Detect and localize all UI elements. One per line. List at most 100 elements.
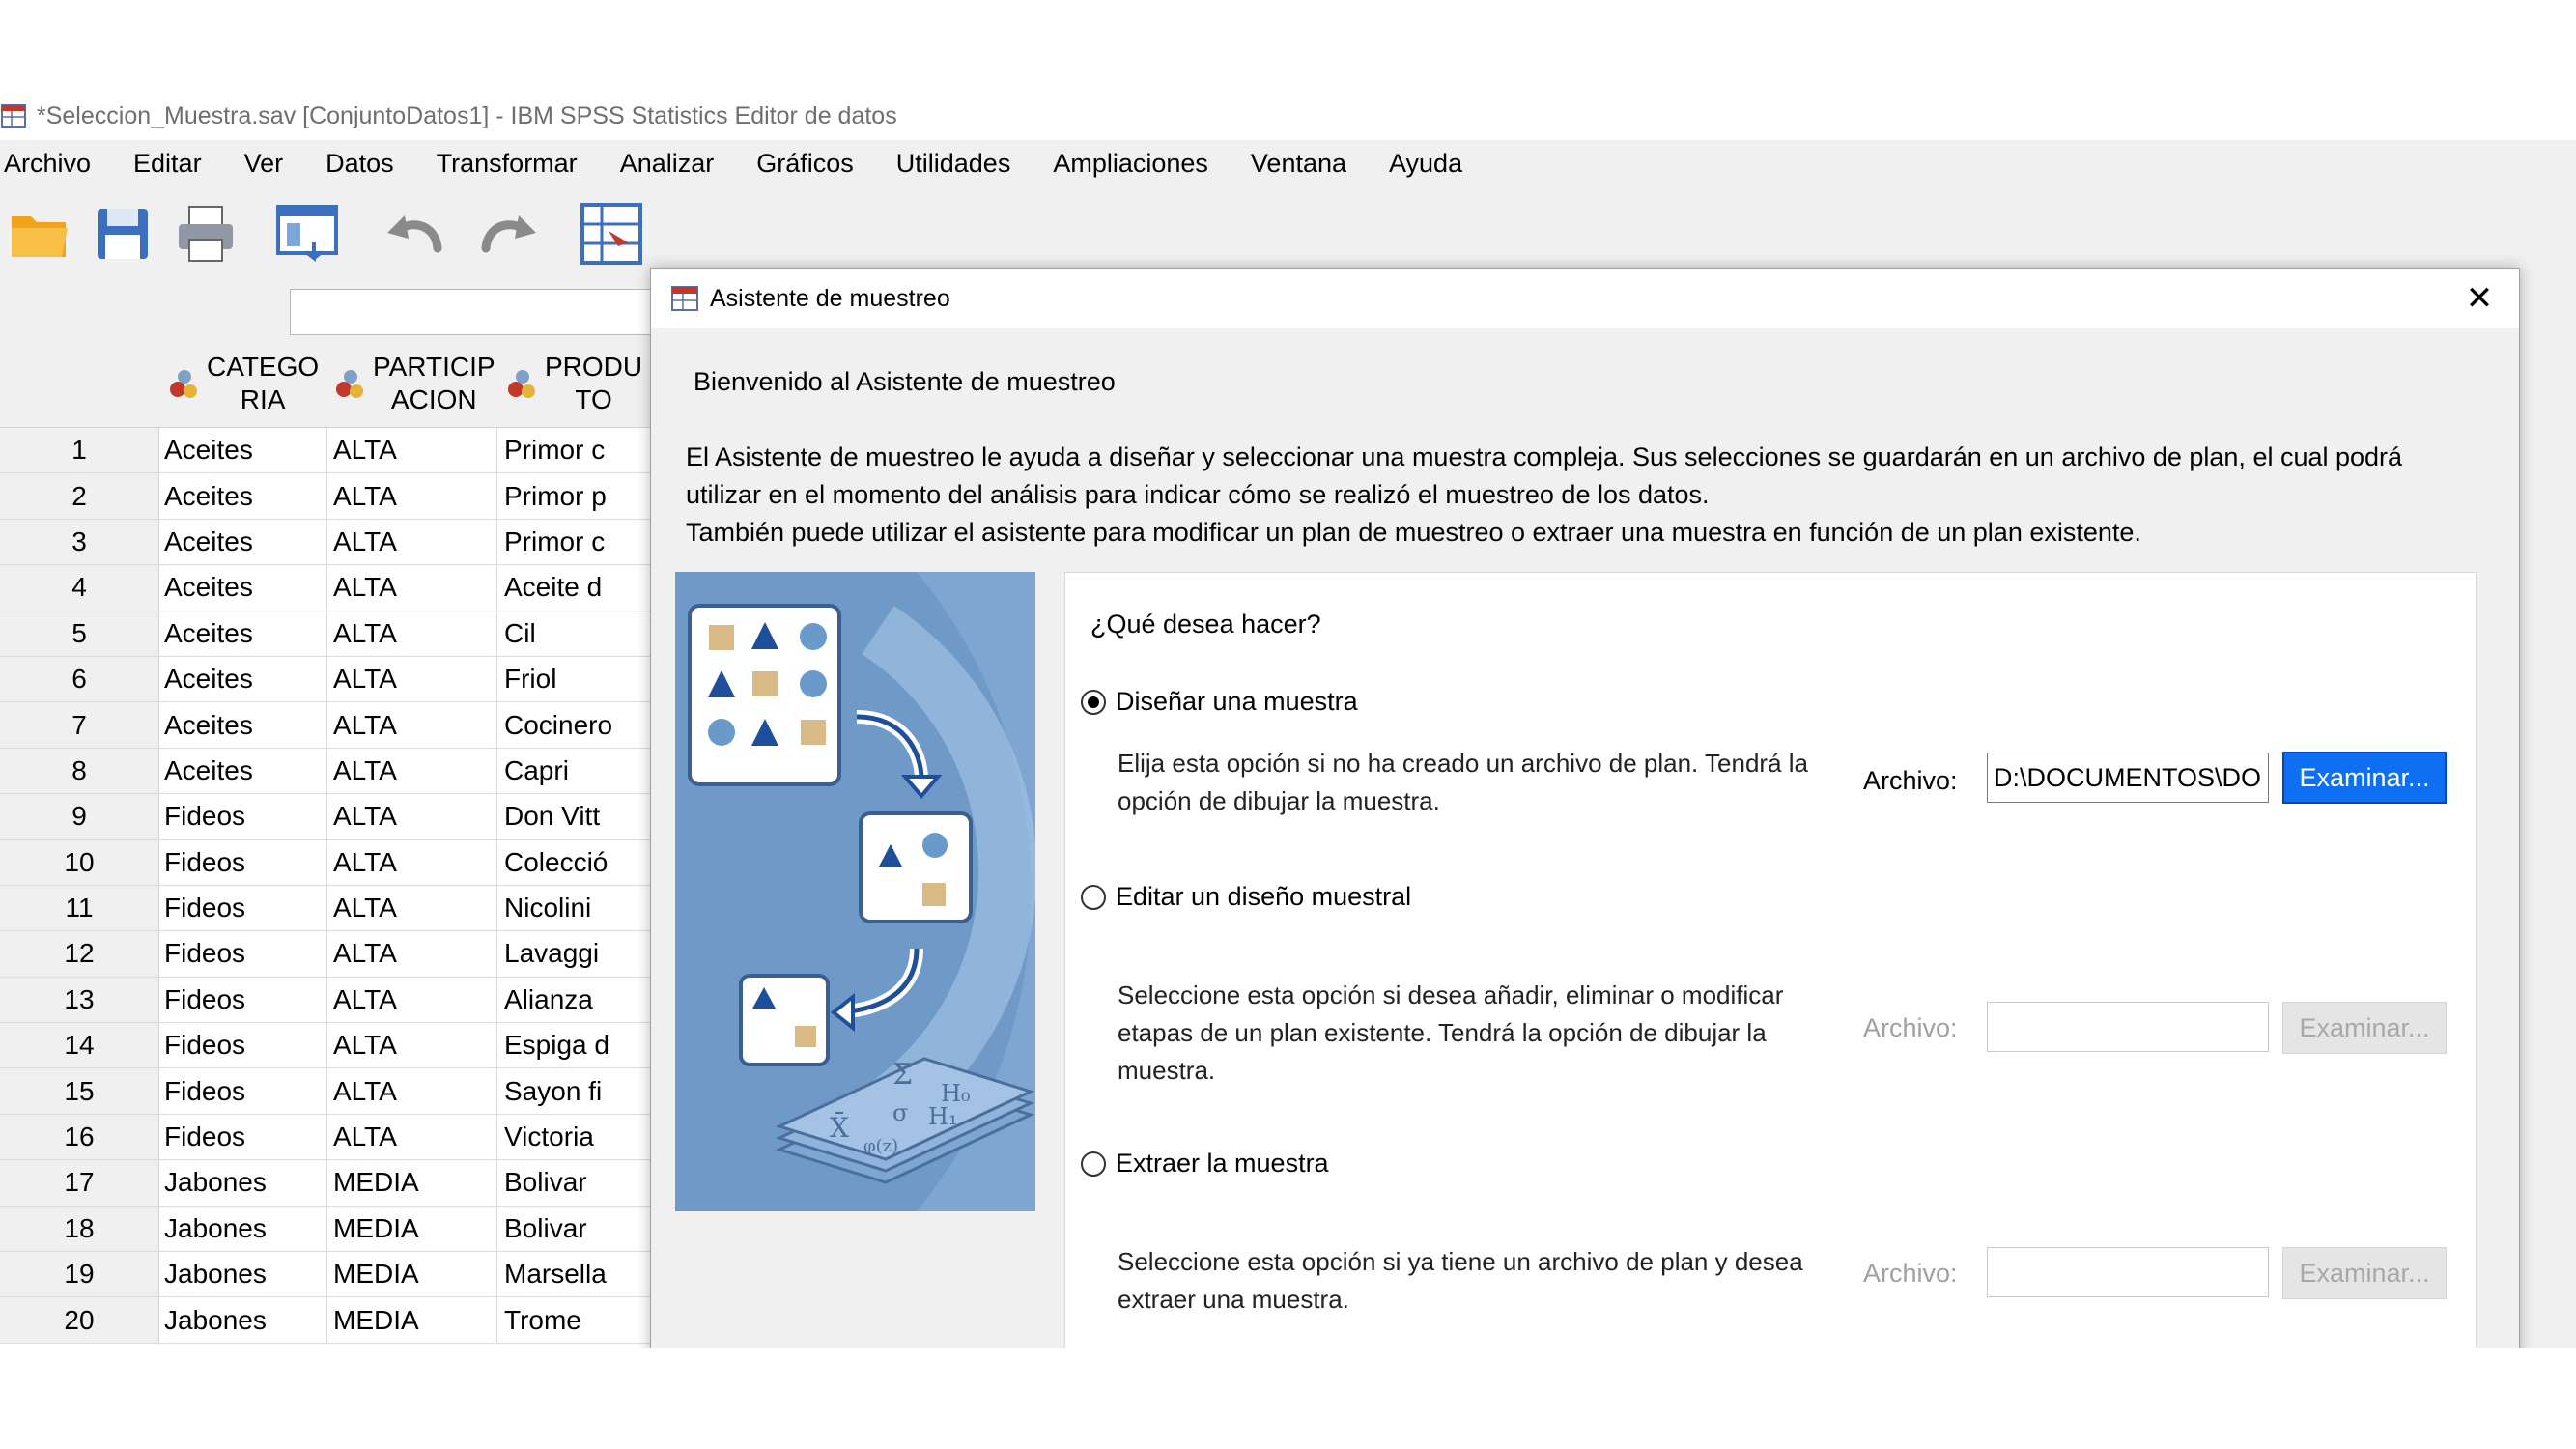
edit-file-input[interactable] bbox=[1987, 1002, 2269, 1052]
row-number[interactable]: 6 bbox=[0, 656, 159, 702]
cell-producto[interactable]: Cil bbox=[504, 611, 657, 656]
browse-button[interactable]: Examinar... bbox=[2282, 752, 2447, 804]
row-number[interactable]: 3 bbox=[0, 519, 159, 565]
cell-categoria[interactable]: Fideos bbox=[163, 931, 327, 977]
cell-participacion[interactable]: ALTA bbox=[333, 794, 497, 839]
cell-participacion[interactable]: MEDIA bbox=[333, 1206, 497, 1252]
cell-producto[interactable]: Nicolini bbox=[504, 886, 657, 930]
print-icon[interactable] bbox=[174, 200, 238, 268]
row-number[interactable]: 1 bbox=[0, 428, 159, 473]
cell-producto[interactable]: Colecció bbox=[504, 840, 657, 885]
cell-participacion[interactable]: ALTA bbox=[333, 428, 497, 473]
cell-producto[interactable]: Bolivar bbox=[504, 1160, 657, 1205]
menu-editar[interactable]: Editar bbox=[133, 149, 202, 179]
cell-categoria[interactable]: Fideos bbox=[163, 1114, 327, 1160]
cell-categoria[interactable]: Aceites bbox=[163, 656, 327, 702]
menu-archivo[interactable]: Archivo bbox=[4, 149, 91, 179]
cell-participacion[interactable]: ALTA bbox=[333, 702, 497, 748]
cell-categoria[interactable]: Jabones bbox=[163, 1160, 327, 1206]
recall-dialog-icon[interactable] bbox=[275, 200, 339, 268]
cell-categoria[interactable]: Aceites bbox=[163, 519, 327, 565]
menu-analizar[interactable]: Analizar bbox=[620, 149, 715, 179]
cell-producto[interactable]: Alianza bbox=[504, 978, 657, 1022]
cell-participacion[interactable]: ALTA bbox=[333, 885, 497, 931]
cell-categoria[interactable]: Aceites bbox=[163, 428, 327, 473]
cell-participacion[interactable]: ALTA bbox=[333, 748, 497, 794]
cell-categoria[interactable]: Fideos bbox=[163, 839, 327, 885]
cell-producto[interactable]: Marsella bbox=[504, 1252, 657, 1296]
row-number[interactable]: 20 bbox=[0, 1297, 159, 1343]
cell-categoria[interactable]: Aceites bbox=[163, 611, 327, 656]
cell-producto[interactable]: Capri bbox=[504, 749, 657, 793]
row-number[interactable]: 7 bbox=[0, 702, 159, 748]
row-number[interactable]: 17 bbox=[0, 1160, 159, 1206]
menu-ver[interactable]: Ver bbox=[244, 149, 284, 179]
cell-producto[interactable]: Cocinero bbox=[504, 702, 657, 747]
cell-categoria[interactable]: Aceites bbox=[163, 565, 327, 611]
row-number[interactable]: 9 bbox=[0, 794, 159, 839]
cell-producto[interactable]: Lavaggi bbox=[504, 931, 657, 976]
row-number[interactable]: 2 bbox=[0, 473, 159, 519]
row-number[interactable]: 4 bbox=[0, 565, 159, 611]
menu-graficos[interactable]: Gráficos bbox=[756, 149, 854, 179]
open-folder-icon[interactable] bbox=[8, 200, 71, 268]
row-number[interactable]: 19 bbox=[0, 1252, 159, 1297]
row-number[interactable]: 8 bbox=[0, 748, 159, 794]
cell-producto[interactable]: Primor c bbox=[504, 428, 657, 472]
column-header-producto[interactable]: PRODU TO bbox=[504, 339, 657, 428]
row-number[interactable]: 13 bbox=[0, 977, 159, 1023]
cell-categoria[interactable]: Aceites bbox=[163, 748, 327, 794]
cell-participacion[interactable]: ALTA bbox=[333, 656, 497, 702]
cell-participacion[interactable]: MEDIA bbox=[333, 1252, 497, 1297]
undo-icon[interactable] bbox=[382, 200, 445, 268]
save-icon[interactable] bbox=[91, 200, 155, 268]
cell-participacion[interactable]: ALTA bbox=[333, 977, 497, 1023]
menu-ampliaciones[interactable]: Ampliaciones bbox=[1053, 149, 1208, 179]
cell-categoria[interactable]: Jabones bbox=[163, 1206, 327, 1252]
cell-producto[interactable]: Friol bbox=[504, 657, 657, 701]
row-number[interactable]: 14 bbox=[0, 1023, 159, 1068]
cell-participacion[interactable]: ALTA bbox=[333, 1114, 497, 1160]
cell-producto[interactable]: Victoria bbox=[504, 1115, 657, 1159]
cell-participacion[interactable]: ALTA bbox=[333, 519, 497, 565]
cell-producto[interactable]: Primor p bbox=[504, 473, 657, 518]
cell-producto[interactable]: Trome bbox=[504, 1297, 657, 1342]
cell-participacion[interactable]: ALTA bbox=[333, 931, 497, 977]
cell-categoria[interactable]: Jabones bbox=[163, 1252, 327, 1297]
cell-producto[interactable]: Primor c bbox=[504, 520, 657, 564]
browse-button[interactable]: Examinar... bbox=[2282, 1247, 2447, 1299]
menu-ayuda[interactable]: Ayuda bbox=[1389, 149, 1462, 179]
menu-utilidades[interactable]: Utilidades bbox=[896, 149, 1011, 179]
radio-selected-indicator[interactable] bbox=[1081, 689, 1106, 715]
close-button[interactable]: ✕ bbox=[2457, 276, 2502, 321]
menu-transformar[interactable]: Transformar bbox=[437, 149, 578, 179]
cell-producto[interactable]: Don Vitt bbox=[504, 794, 657, 838]
cell-producto[interactable]: Espiga d bbox=[504, 1023, 657, 1067]
cell-categoria[interactable]: Jabones bbox=[163, 1297, 327, 1343]
cell-participacion[interactable]: ALTA bbox=[333, 839, 497, 885]
radio-edit-design[interactable]: Editar un diseño muestral bbox=[1081, 882, 1411, 912]
cell-participacion[interactable]: ALTA bbox=[333, 565, 497, 611]
goto-case-icon[interactable] bbox=[580, 200, 643, 268]
radio-design-sample[interactable]: Diseñar una muestra bbox=[1081, 687, 1358, 717]
redo-icon[interactable] bbox=[478, 200, 542, 268]
cell-participacion[interactable]: ALTA bbox=[333, 1068, 497, 1114]
row-number[interactable]: 11 bbox=[0, 885, 159, 931]
extract-file-input[interactable] bbox=[1987, 1247, 2269, 1297]
cell-categoria[interactable]: Fideos bbox=[163, 794, 327, 839]
cell-categoria[interactable]: Fideos bbox=[163, 1023, 327, 1068]
column-header-categoria[interactable]: CATEGO RIA bbox=[166, 339, 330, 428]
cell-participacion[interactable]: MEDIA bbox=[333, 1160, 497, 1206]
cell-participacion[interactable]: ALTA bbox=[333, 473, 497, 519]
cell-producto[interactable]: Aceite d bbox=[504, 565, 657, 610]
row-number[interactable]: 15 bbox=[0, 1068, 159, 1114]
row-number[interactable]: 12 bbox=[0, 931, 159, 977]
browse-button[interactable]: Examinar... bbox=[2282, 1002, 2447, 1054]
cell-categoria[interactable]: Fideos bbox=[163, 977, 327, 1023]
row-number[interactable]: 18 bbox=[0, 1206, 159, 1252]
cell-categoria[interactable]: Aceites bbox=[163, 473, 327, 519]
radio-unselected-indicator[interactable] bbox=[1081, 884, 1106, 910]
cell-categoria[interactable]: Fideos bbox=[163, 885, 327, 931]
cell-participacion[interactable]: ALTA bbox=[333, 1023, 497, 1068]
cell-producto[interactable]: Bolivar bbox=[504, 1207, 657, 1251]
